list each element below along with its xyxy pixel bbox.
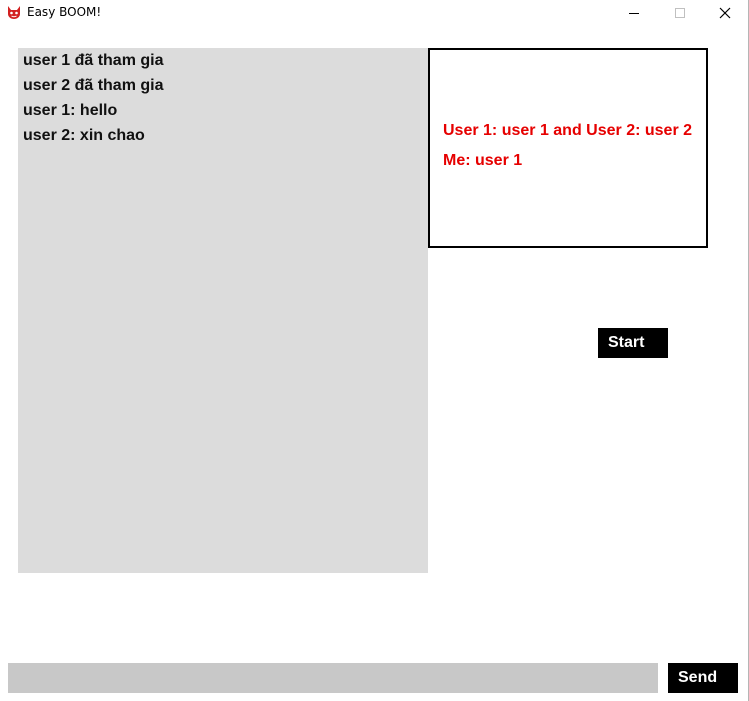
chat-message: user 1 đã tham gia <box>23 52 164 69</box>
message-input[interactable] <box>8 663 658 693</box>
maximize-icon <box>675 8 685 18</box>
close-button[interactable] <box>702 0 748 26</box>
devil-face-icon <box>8 6 20 19</box>
maximize-button[interactable] <box>657 0 703 26</box>
me-line: Me: user 1 <box>443 152 523 169</box>
chat-message: user 1: hello <box>23 102 118 119</box>
send-button[interactable]: Send <box>668 663 738 693</box>
chat-log[interactable]: user 1 đã tham gia user 2 đã tham gia us… <box>18 48 428 573</box>
minimize-button[interactable] <box>611 0 657 26</box>
chat-message: user 2 đã tham gia <box>23 77 164 94</box>
title-bar: Easy BOOM! <box>0 0 748 26</box>
start-button[interactable]: Start <box>598 328 668 358</box>
window-title: Easy BOOM! <box>27 5 102 19</box>
players-line: User 1: user 1 and User 2: user 2 <box>443 122 693 139</box>
close-icon <box>719 7 731 19</box>
minimize-icon <box>629 13 639 14</box>
chat-message: user 2: xin chao <box>23 127 145 144</box>
player-info-panel: User 1: user 1 and User 2: user 2 Me: us… <box>428 48 708 248</box>
app-window: Easy BOOM! user 1 đã tham gia user 2 đã … <box>0 0 749 701</box>
